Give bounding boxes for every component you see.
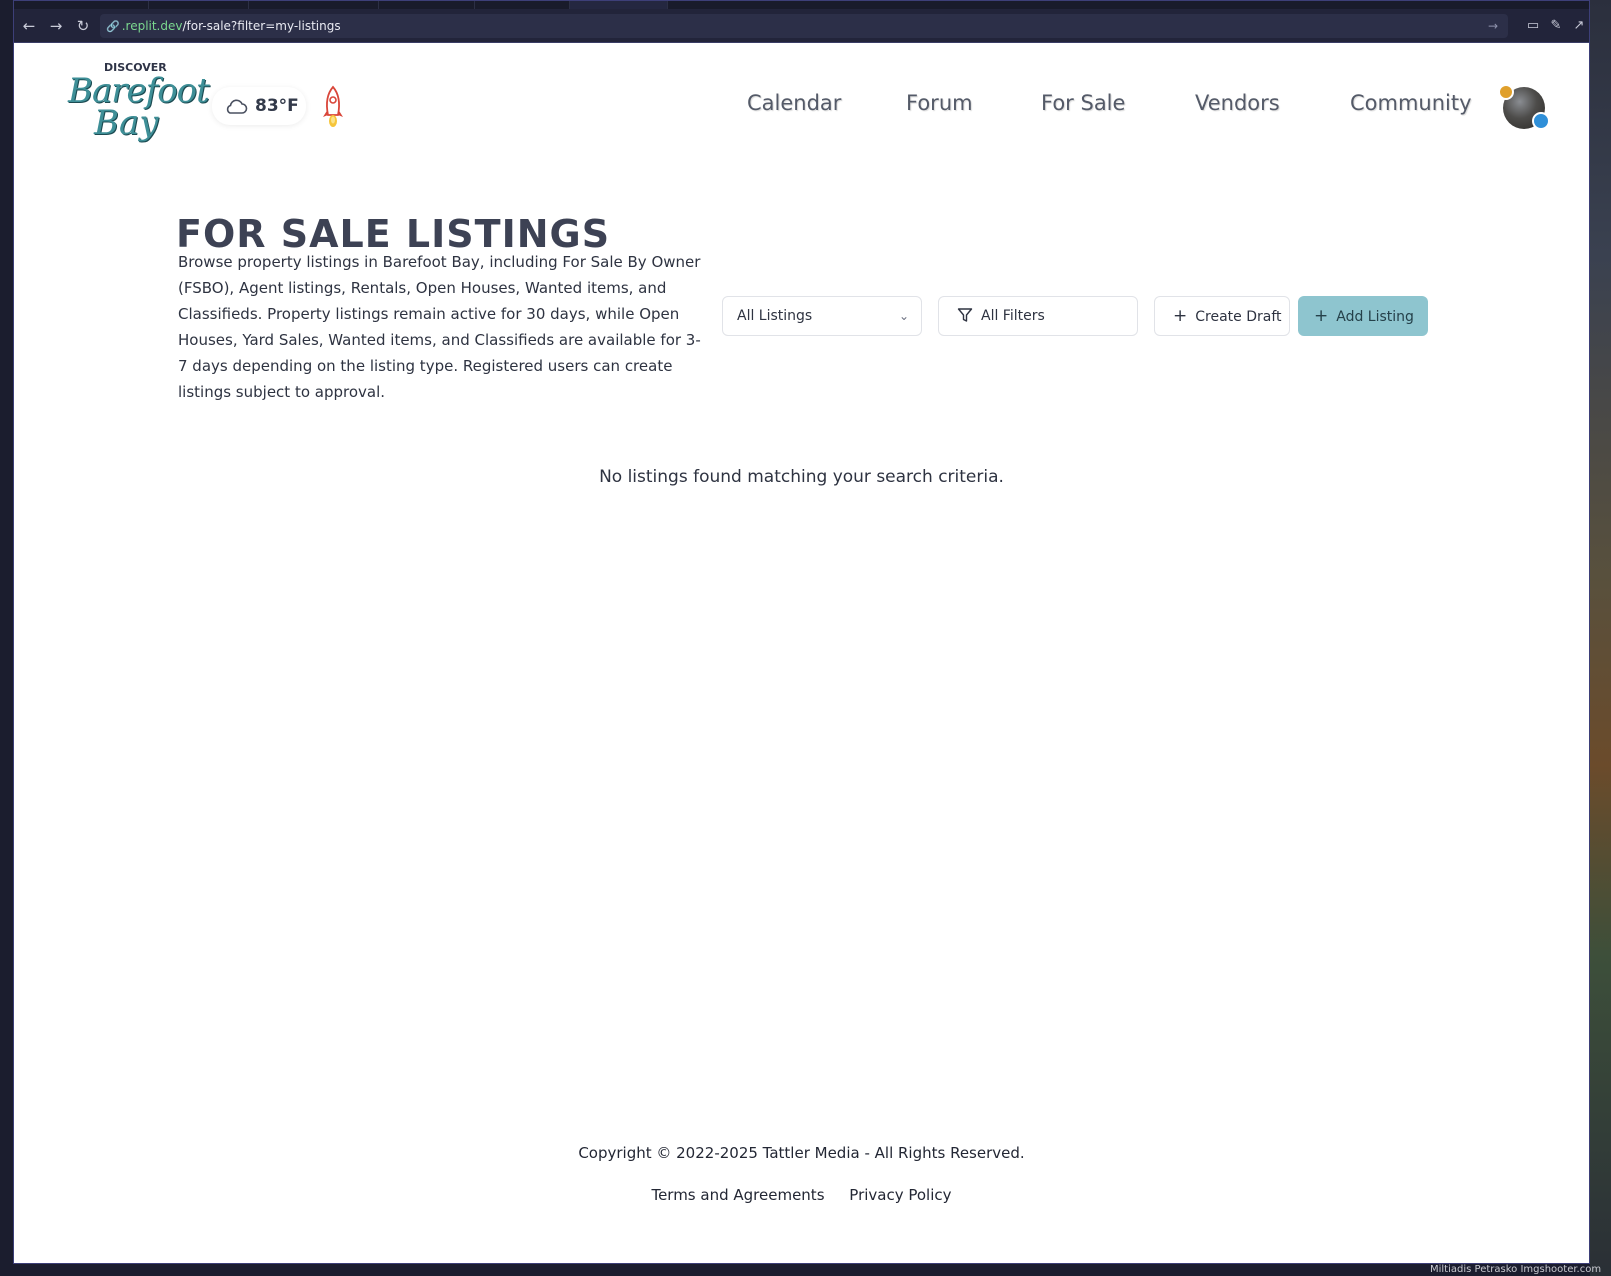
nav-forum[interactable]: Forum (906, 91, 973, 115)
nav-vendors[interactable]: Vendors (1195, 91, 1280, 115)
create-draft-button[interactable]: + Create Draft (1154, 296, 1290, 336)
terms-link[interactable]: Terms and Agreements (651, 1186, 824, 1204)
desktop-wallpaper (1590, 0, 1611, 1276)
listing-type-value: All Listings (737, 308, 813, 324)
create-draft-label: Create Draft (1195, 309, 1282, 325)
privacy-link[interactable]: Privacy Policy (849, 1186, 951, 1204)
address-bar: ← → ↻ 🔗 .replit.dev/for-sale?filter=my-li… (14, 9, 1589, 43)
url-domain: .replit.dev (121, 19, 183, 33)
filter-icon (957, 308, 973, 322)
site-header: DISCOVER Barefoot Bay 83°F Calendar Foru… (14, 43, 1589, 165)
footer-copyright: Copyright © 2022-2025 Tattler Media - Al… (578, 1144, 1025, 1162)
all-filters-label: All Filters (981, 308, 1045, 324)
add-listing-label: Add Listing (1336, 309, 1414, 325)
listing-type-select[interactable]: All Listings ⌄ (722, 296, 922, 336)
external-link-icon[interactable]: ↗ (1570, 17, 1588, 35)
browser-window: ← → ↻ 🔗 .replit.dev/for-sale?filter=my-li… (13, 0, 1590, 1264)
nav-calendar[interactable]: Calendar (747, 91, 841, 115)
url-input[interactable]: 🔗 .replit.dev/for-sale?filter=my-listings… (100, 14, 1508, 38)
browser-tab[interactable] (475, 1, 570, 9)
globe-status-icon (1532, 112, 1550, 130)
nav-community[interactable]: Community (1350, 91, 1472, 115)
nav-for-sale[interactable]: For Sale (1041, 91, 1125, 115)
arrow-left-icon[interactable]: ← (20, 17, 38, 35)
browser-tab[interactable] (379, 1, 475, 9)
browser-tab[interactable] (149, 1, 249, 9)
reload-icon[interactable]: ↻ (74, 17, 92, 35)
empty-state-message: No listings found matching your search c… (599, 467, 1004, 487)
url-path: /for-sale?filter=my-listings (182, 19, 341, 33)
footer-links: Terms and Agreements Privacy Policy (14, 1186, 1589, 1204)
browser-tab[interactable] (249, 1, 379, 9)
page: DISCOVER Barefoot Bay 83°F Calendar Foru… (14, 43, 1589, 1263)
plus-icon: + (1173, 306, 1188, 326)
wrench-icon[interactable]: ✎ (1547, 17, 1565, 35)
all-filters-button[interactable]: All Filters (938, 296, 1138, 336)
chevron-down-icon: ⌄ (898, 309, 909, 323)
browser-tab-active[interactable] (570, 1, 668, 9)
go-arrow-icon[interactable]: → (1488, 14, 1498, 38)
wallpaper-caption: Miltiadis Petrasko Imgshooter.com (1430, 1264, 1602, 1275)
monitor-icon[interactable]: ▭ (1524, 17, 1542, 35)
add-listing-button[interactable]: + Add Listing (1298, 296, 1428, 336)
link-icon: 🔗 (106, 20, 120, 33)
arrow-right-icon[interactable]: → (47, 17, 65, 35)
browser-tab[interactable] (14, 1, 149, 9)
tab-strip (14, 1, 1589, 9)
main-nav: Calendar Forum For Sale Vendors Communit… (14, 43, 1589, 165)
plus-icon: + (1314, 306, 1329, 326)
notification-badge[interactable] (1498, 84, 1514, 100)
page-description: Browse property listings in Barefoot Bay… (178, 253, 701, 401)
